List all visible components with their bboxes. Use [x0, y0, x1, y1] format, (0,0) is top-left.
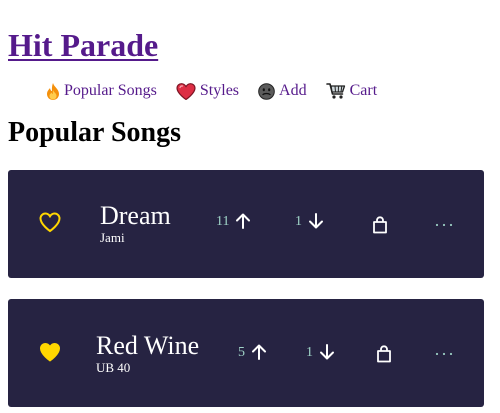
song-name: Red Wine [96, 331, 200, 360]
shopping-bag-icon[interactable] [376, 345, 392, 363]
more-options-button[interactable]: ··· [434, 216, 455, 234]
site-title-link[interactable]: Hit Parade [8, 27, 158, 63]
upvote-button[interactable]: 11 [216, 212, 252, 230]
upvote-button[interactable]: 5 [238, 343, 268, 361]
downvote-button[interactable]: 1 [306, 343, 336, 361]
favorite-outline-icon[interactable] [38, 211, 62, 233]
upvote-count: 11 [216, 214, 230, 229]
shopping-bag-icon[interactable] [372, 216, 388, 234]
nav-item-cart[interactable]: Cart [325, 81, 378, 101]
song-info: Dream Jami [100, 201, 171, 246]
more-options-button[interactable]: ··· [434, 345, 455, 363]
song-artist: UB 40 [96, 360, 131, 375]
nav-item-popular-songs[interactable]: Popular Songs [46, 81, 157, 101]
app: Hit Parade Popular Songs Styles Add Cart… [0, 0, 500, 407]
nav-item-label: Styles [199, 82, 240, 99]
downvote-count: 1 [295, 214, 302, 229]
face-icon [258, 82, 275, 100]
song-name: Dream [100, 201, 171, 230]
nav-item-styles[interactable]: Styles [176, 81, 239, 101]
downvote-button[interactable]: 1 [295, 212, 325, 230]
main-nav: Popular Songs Styles Add Cart [46, 81, 484, 101]
heart-icon [176, 82, 196, 100]
song-card: Dream Jami 11 1 ··· [8, 170, 484, 278]
section-title: Popular Songs [8, 117, 181, 148]
song-card: Red Wine UB 40 5 1 ··· [8, 299, 484, 407]
fire-icon [47, 82, 59, 100]
nav-item-add[interactable]: Add [258, 81, 307, 101]
nav-item-label: Popular Songs [64, 82, 157, 99]
arrow-down-icon [320, 344, 334, 360]
downvote-count: 1 [306, 345, 313, 360]
song-info: Red Wine UB 40 [96, 331, 200, 376]
upvote-count: 5 [238, 345, 245, 360]
arrow-down-icon [309, 213, 323, 229]
site-title: Hit Parade [8, 27, 484, 64]
nav-item-label: Cart [349, 82, 378, 99]
arrow-up-icon [252, 344, 266, 360]
nav-item-label: Add [279, 82, 307, 99]
favorite-filled-icon[interactable] [38, 341, 62, 363]
cart-icon [325, 83, 345, 99]
song-artist: Jami [100, 230, 125, 245]
arrow-up-icon [236, 213, 251, 229]
